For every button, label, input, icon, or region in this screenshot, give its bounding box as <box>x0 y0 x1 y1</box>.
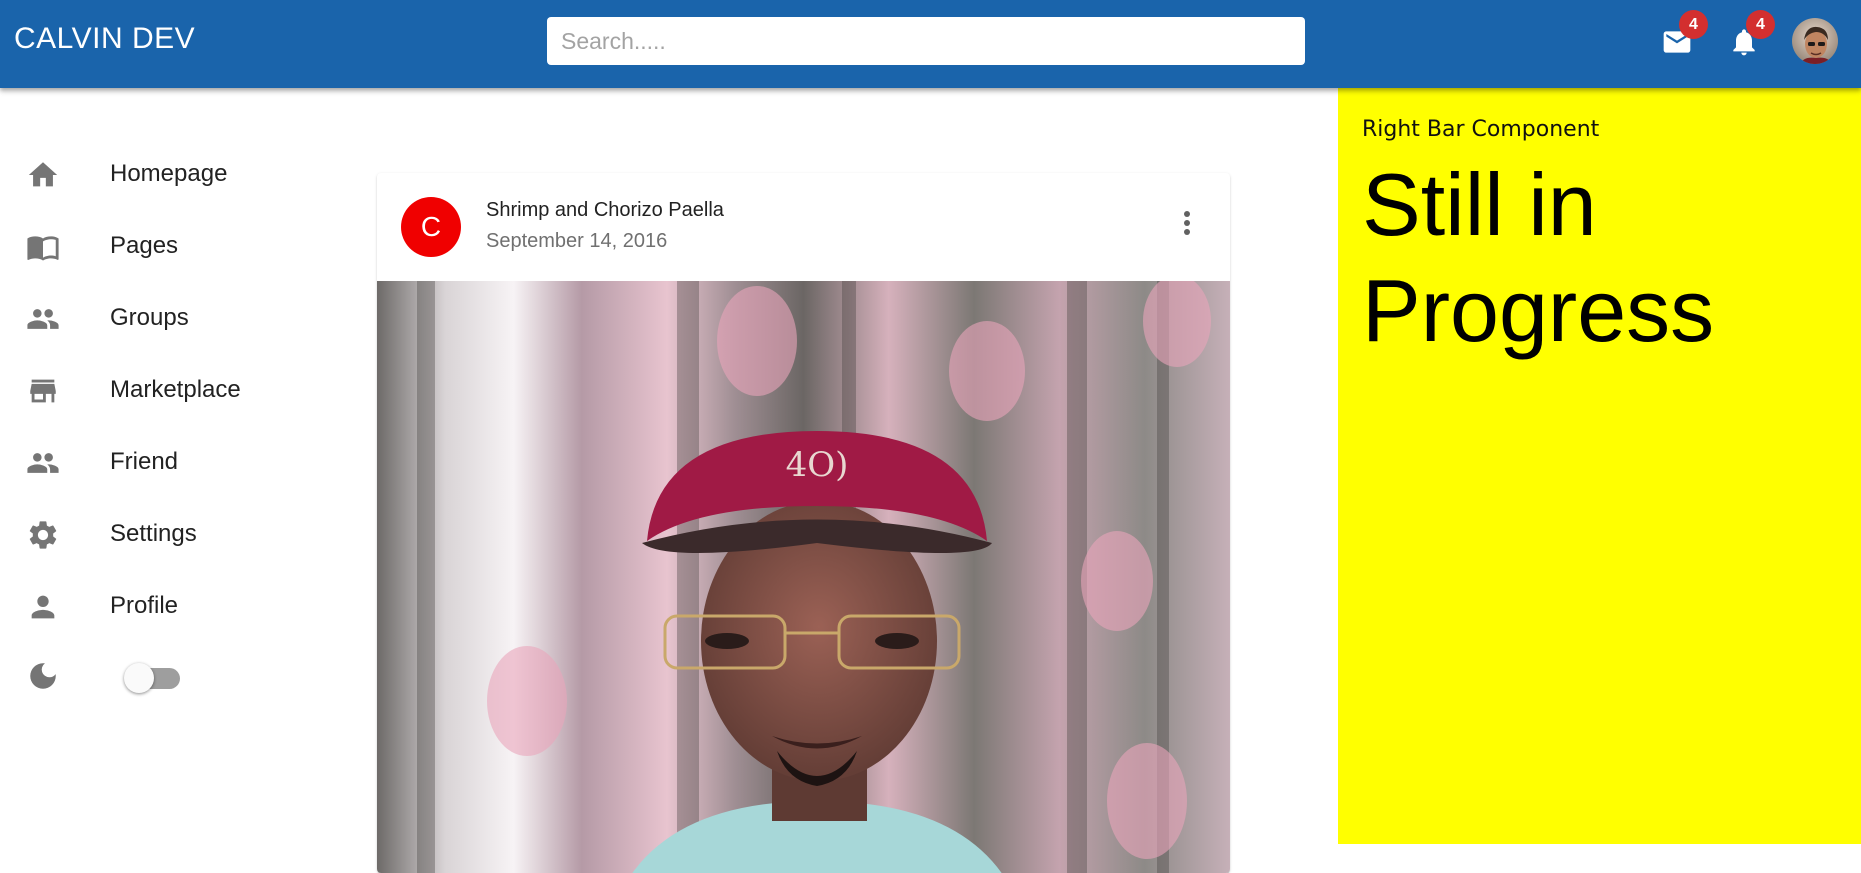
sidebar-item-label: Profile <box>110 592 179 619</box>
right-bar: Right Bar Component Still in Progress <box>1338 88 1861 844</box>
sidebar-item-pages[interactable]: Pages <box>0 214 340 278</box>
pages-icon <box>27 236 59 261</box>
sidebar-item-settings[interactable]: Settings <box>0 502 340 566</box>
search-box[interactable] <box>547 17 1305 65</box>
mail-badge: 4 <box>1679 10 1708 39</box>
post-title: Shrimp and Chorizo Paella <box>486 199 724 221</box>
switch-thumb <box>124 663 154 693</box>
mail-button[interactable]: 4 <box>1657 10 1708 62</box>
sidebar-item-profile[interactable]: Profile <box>0 574 340 638</box>
brand-title[interactable]: CALVIN DEV <box>14 22 195 56</box>
sidebar-item-label: Homepage <box>110 160 228 187</box>
gear-icon <box>29 521 57 549</box>
sidebar-item-label: Friend <box>110 448 179 475</box>
post-card: C Shrimp and Chorizo Paella September 14… <box>377 173 1230 873</box>
svg-text:4O): 4O) <box>786 445 849 485</box>
sidebar-item-homepage[interactable]: Homepage <box>0 142 340 206</box>
more-vert-icon <box>1184 211 1190 235</box>
groups-icon <box>27 309 59 329</box>
right-bar-heading: Still in Progress <box>1362 155 1715 360</box>
people-icon <box>27 453 59 473</box>
sidebar-item-label: Pages <box>110 232 179 259</box>
sidebar-item-label: Settings <box>110 520 197 547</box>
home-icon <box>28 162 58 187</box>
theme-toggle-row <box>0 643 340 703</box>
user-avatar[interactable] <box>1792 18 1838 64</box>
sidebar-item-label: Marketplace <box>110 376 241 403</box>
storefront-icon <box>30 379 56 403</box>
sidebar: Homepage Pages Groups Marketplace Friend… <box>0 88 360 844</box>
post-menu-button[interactable] <box>1163 199 1211 247</box>
sidebar-item-label: Groups <box>110 304 189 331</box>
post-photo: 4O) <box>377 281 1230 873</box>
moon-icon <box>30 663 56 689</box>
post-date: September 14, 2016 <box>486 230 668 252</box>
app-bar: CALVIN DEV 4 4 <box>0 0 1861 88</box>
post-avatar[interactable]: C <box>401 197 461 257</box>
sidebar-item-friend[interactable]: Friend <box>0 430 340 494</box>
notifications-badge: 4 <box>1746 10 1775 39</box>
person-icon <box>31 595 55 619</box>
sidebar-item-marketplace[interactable]: Marketplace <box>0 358 340 422</box>
search-input[interactable] <box>547 17 1305 65</box>
right-bar-caption: Right Bar Component <box>1362 117 1600 142</box>
sidebar-item-groups[interactable]: Groups <box>0 286 340 350</box>
notifications-button[interactable]: 4 <box>1724 10 1775 62</box>
dark-mode-switch[interactable] <box>124 661 184 693</box>
